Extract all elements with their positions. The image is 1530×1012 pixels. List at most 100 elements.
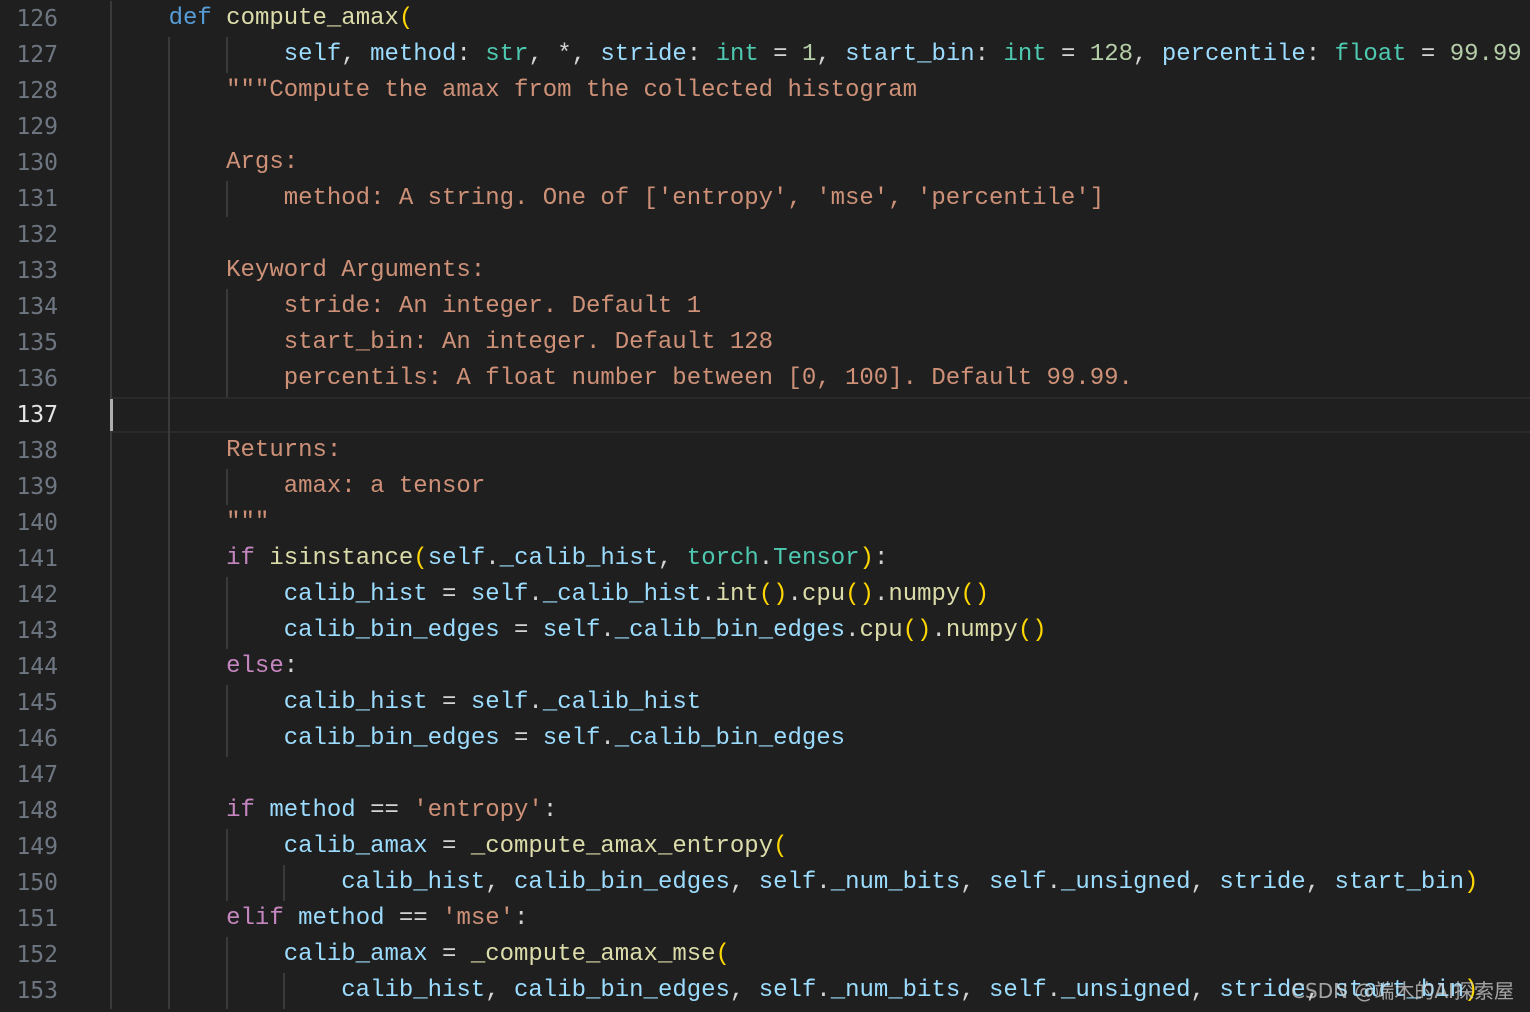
code-line[interactable]: 141 if isinstance(self._calib_hist, torc… xyxy=(0,541,1530,577)
code-line[interactable]: 133 Keyword Arguments: xyxy=(0,253,1530,289)
code-line[interactable]: 137 xyxy=(0,397,1530,433)
code-text: if isinstance(self._calib_hist, torch.Te… xyxy=(111,541,888,577)
line-number: 140 xyxy=(16,510,58,536)
code-line[interactable]: 126 def compute_amax( xyxy=(0,1,1530,37)
code-line[interactable]: 127 self, method: str, *, stride: int = … xyxy=(0,37,1530,73)
code-editor[interactable]: 126 def compute_amax(127 self, method: s… xyxy=(0,0,1530,1012)
code-token: self xyxy=(427,545,486,572)
code-token: = xyxy=(1046,41,1090,68)
code-text: self, method: str, *, stride: int = 1, s… xyxy=(111,37,1522,73)
code-line[interactable]: 143 calib_bin_edges = self._calib_bin_ed… xyxy=(0,613,1530,649)
code-token: ( xyxy=(773,833,788,860)
line-number: 149 xyxy=(16,834,58,860)
code-text: calib_hist = self._calib_hist.int().cpu(… xyxy=(111,577,989,613)
code-line[interactable]: 152 calib_amax = _compute_amax_mse( xyxy=(0,937,1530,973)
line-number: 153 xyxy=(16,978,58,1004)
code-token: , *, xyxy=(528,41,601,68)
code-token: cpu xyxy=(801,581,846,608)
code-token: . xyxy=(787,581,802,608)
code-line[interactable]: 138 Returns: xyxy=(0,433,1530,469)
line-number: 147 xyxy=(16,762,58,788)
code-token: 128 xyxy=(1089,41,1134,68)
code-line[interactable]: 140 """ xyxy=(0,505,1530,541)
line-number: 152 xyxy=(16,942,58,968)
code-token: = xyxy=(499,725,543,752)
code-line[interactable]: 139 amax: a tensor xyxy=(0,469,1530,505)
code-line[interactable]: 151 elif method == 'mse': xyxy=(0,901,1530,937)
code-line[interactable]: 144 else: xyxy=(0,649,1530,685)
watermark: CSDN @端木的AI探索屋 xyxy=(1291,979,1514,1003)
code-token: self xyxy=(758,869,817,896)
code-line[interactable]: 146 calib_bin_edges = self._calib_bin_ed… xyxy=(0,721,1530,757)
code-token: . xyxy=(845,617,860,644)
code-line[interactable]: 136 percentils: A float number between [… xyxy=(0,361,1530,397)
code-text: stride: An integer. Default 1 xyxy=(111,289,701,325)
code-token: stride xyxy=(600,41,687,68)
code-line[interactable]: 132 xyxy=(0,217,1530,253)
code-token: percentile xyxy=(1161,41,1306,68)
code-line[interactable]: 129 xyxy=(0,109,1530,145)
code-line[interactable]: 130 Args: xyxy=(0,145,1530,181)
code-line[interactable]: 148 if method == 'entropy': xyxy=(0,793,1530,829)
code-token: calib_hist xyxy=(283,689,428,716)
code-text: percentils: A float number between [0, 1… xyxy=(111,361,1133,397)
code-token: float xyxy=(1334,41,1407,68)
code-token: = xyxy=(427,581,471,608)
code-token: compute_amax xyxy=(226,5,399,32)
text-cursor xyxy=(110,399,113,431)
code-token: isinstance xyxy=(269,545,414,572)
code-text: calib_hist, calib_bin_edges, self._num_b… xyxy=(111,973,1478,1009)
line-number: 145 xyxy=(16,690,58,716)
code-token: """ xyxy=(226,509,270,536)
code-token: """Compute the amax from the collected h… xyxy=(226,77,917,104)
code-token: . xyxy=(873,581,889,608)
code-token: calib_bin_edges xyxy=(514,869,730,896)
code-token: . xyxy=(816,977,831,1004)
code-line[interactable]: 147 xyxy=(0,757,1530,793)
code-line[interactable]: 135 start_bin: An integer. Default 128 xyxy=(0,325,1530,361)
code-token: : xyxy=(873,545,889,572)
code-line[interactable]: 150 calib_hist, calib_bin_edges, self._n… xyxy=(0,865,1530,901)
code-token: int xyxy=(715,581,759,608)
code-line[interactable]: 134 stride: An integer. Default 1 xyxy=(0,289,1530,325)
code-text: method: A string. One of ['entropy', 'ms… xyxy=(111,181,1104,217)
code-line[interactable]: 128 """Compute the amax from the collect… xyxy=(0,73,1530,109)
indent-guide xyxy=(167,397,170,433)
code-text: calib_hist = self._calib_hist xyxy=(111,685,701,721)
code-token: method xyxy=(298,905,385,932)
code-token: Tensor xyxy=(773,545,860,572)
code-token: : xyxy=(542,797,558,824)
code-token: () xyxy=(960,581,990,608)
code-token: method xyxy=(269,797,356,824)
code-line[interactable]: 149 calib_amax = _compute_amax_entropy( xyxy=(0,829,1530,865)
code-text: start_bin: An integer. Default 128 xyxy=(111,325,773,361)
code-line[interactable]: 142 calib_hist = self._calib_hist.int().… xyxy=(0,577,1530,613)
line-number: 144 xyxy=(16,654,58,680)
line-number: 132 xyxy=(16,222,58,248)
code-token: _compute_amax_entropy xyxy=(470,833,774,860)
line-number: 127 xyxy=(16,42,58,68)
code-token: self xyxy=(989,977,1047,1004)
code-token: , xyxy=(960,869,990,896)
code-token: . xyxy=(600,617,615,644)
code-token: . xyxy=(816,869,831,896)
code-line[interactable]: 145 calib_hist = self._calib_hist xyxy=(0,685,1530,721)
indent-guide xyxy=(110,217,112,253)
line-number: 133 xyxy=(16,258,58,284)
code-token: _compute_amax_mse xyxy=(470,941,716,968)
code-token: , xyxy=(729,869,759,896)
code-token: amax: a tensor xyxy=(283,473,486,500)
code-token: _calib_hist xyxy=(542,581,702,608)
code-line[interactable]: 131 method: A string. One of ['entropy',… xyxy=(0,181,1530,217)
code-token: : xyxy=(974,41,1004,68)
code-text: elif method == 'mse': xyxy=(111,901,528,937)
code-token: stride: An integer. Default 1 xyxy=(283,293,702,320)
